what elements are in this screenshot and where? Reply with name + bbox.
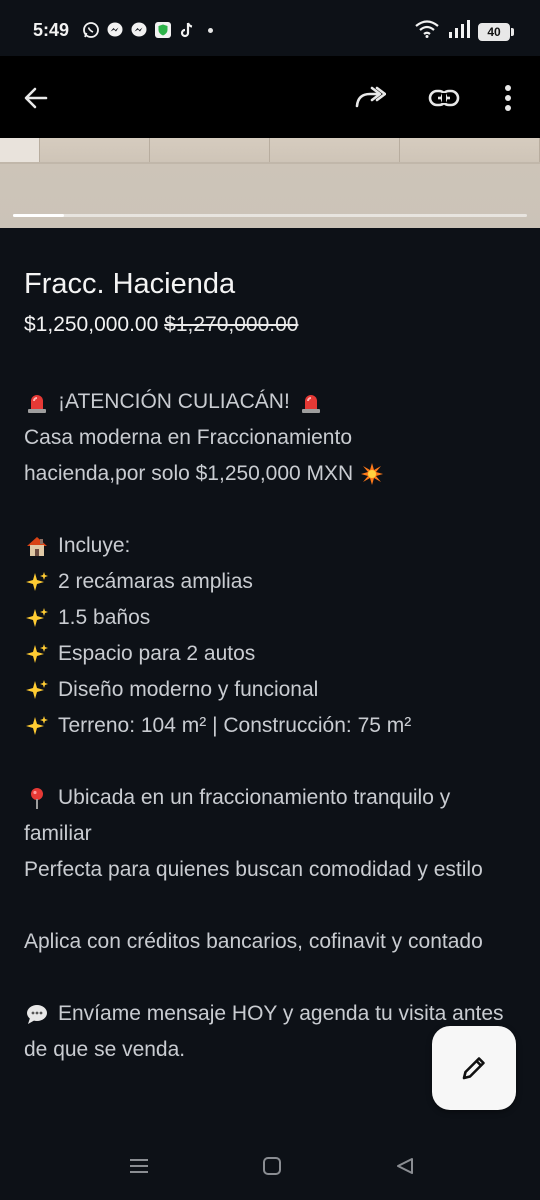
feature-item: 1.5 baños (24, 600, 516, 636)
shield-icon (154, 21, 172, 39)
sparkles-icon (24, 678, 50, 702)
description-line: Casa moderna en Fraccionamiento (24, 426, 353, 449)
gallery-progress (13, 214, 527, 217)
more-notifications-dot (208, 27, 213, 33)
listing-description: ¡ATENCIÓN CULIACÁN! Casa moderna en Frac… (24, 384, 516, 1068)
sparkles-icon (24, 570, 50, 594)
back-button[interactable] (14, 76, 58, 120)
listing-photo[interactable] (0, 138, 540, 228)
siren-icon (298, 390, 324, 414)
system-icons: 40 (414, 20, 514, 43)
home-button[interactable] (257, 1154, 287, 1178)
recents-icon (130, 1159, 148, 1173)
gallery-progress-fill (13, 214, 65, 217)
original-price: $1,270,000.00 (164, 313, 299, 336)
notification-icons (82, 21, 213, 39)
listing-content: Fracc. Hacienda $1,250,000.00 $1,270,000… (24, 260, 516, 1068)
link-icon (428, 89, 460, 107)
location-pin-icon (24, 786, 50, 810)
more-options-button[interactable] (486, 76, 530, 120)
feature-item: 2 recámaras amplias (24, 564, 516, 600)
price-row: $1,250,000.00 $1,270,000.00 (24, 310, 516, 340)
back-icon (397, 1158, 413, 1174)
description-line: ¡ATENCIÓN CULIACÁN! (24, 384, 516, 420)
share-forward-icon (355, 86, 386, 108)
system-nav-bar (0, 1132, 540, 1200)
tiktok-icon (178, 21, 196, 39)
app-bar (0, 56, 540, 138)
pencil-icon (462, 1057, 485, 1080)
speech-bubble-icon (24, 1002, 50, 1026)
system-back-button[interactable] (390, 1154, 420, 1178)
messenger-icon (106, 21, 124, 39)
messenger-icon (130, 21, 148, 39)
home-icon (263, 1157, 281, 1175)
edit-fab-button[interactable] (432, 1026, 516, 1110)
copy-link-button[interactable] (422, 76, 466, 120)
recents-button[interactable] (124, 1154, 154, 1178)
whatsapp-icon (82, 21, 100, 39)
status-bar: 5:49 40 (0, 0, 540, 56)
wifi-icon (414, 20, 440, 43)
description-line: hacienda,por solo $1,250,000 MXN (24, 456, 516, 492)
sparkles-icon (24, 642, 50, 666)
description-line: Incluye: (24, 528, 516, 564)
status-time: 5:49 (33, 20, 70, 40)
sparkles-icon (24, 606, 50, 630)
feature-item: Espacio para 2 autos (24, 636, 516, 672)
battery-icon: 40 (478, 22, 514, 41)
sparkles-icon (24, 714, 50, 738)
listing-title: Fracc. Hacienda (24, 268, 236, 300)
current-price: $1,250,000.00 (24, 313, 159, 336)
feature-item: Terreno: 104 m² | Construcción: 75 m² (24, 708, 516, 744)
feature-item: Diseño moderno y funcional (24, 672, 516, 708)
description-paragraph: Aplica con créditos bancarios, cofinavit… (24, 930, 483, 953)
house-icon (24, 534, 50, 558)
description-paragraph: Ubicada en un fraccionamiento tranquilo … (24, 786, 451, 845)
more-vert-icon (505, 85, 511, 111)
description-paragraph: Perfecta para quienes buscan comodidad y… (24, 858, 483, 881)
siren-icon (24, 390, 50, 414)
back-arrow-icon (24, 87, 48, 109)
signal-icon (448, 20, 470, 43)
share-button[interactable] (348, 76, 392, 120)
collision-icon (359, 462, 385, 486)
